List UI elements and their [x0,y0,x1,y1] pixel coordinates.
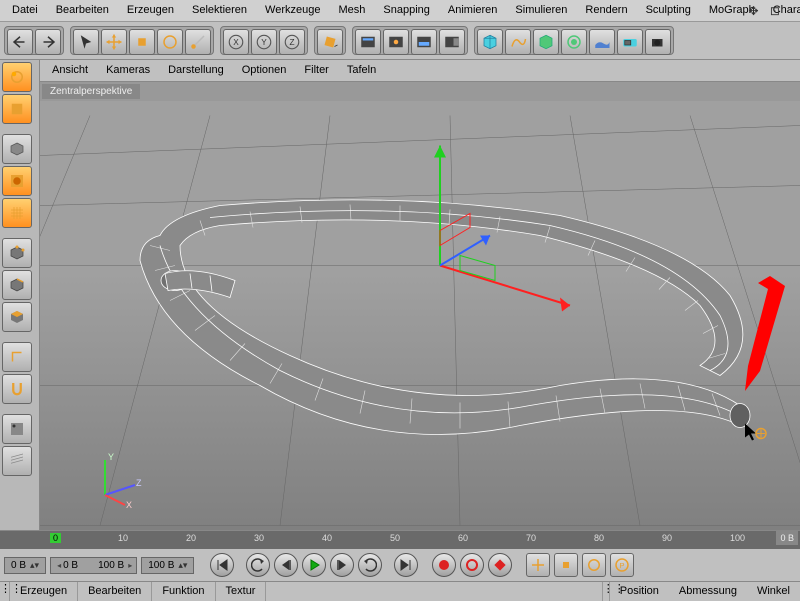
menu-erzeugen[interactable]: Erzeugen [119,0,182,21]
bottom-tab-bar: ⋮⋮ Erzeugen Bearbeiten Funktion Textur ⋮… [0,581,800,601]
tweak-tool[interactable] [2,446,32,476]
viewmenu-optionen[interactable]: Optionen [234,62,295,79]
viewport-menu: Ansicht Kameras Darstellung Optionen Fil… [40,60,800,82]
key-scale-button[interactable] [554,553,578,577]
viewport-content [40,101,800,530]
render-view-button[interactable] [355,29,381,55]
render-picture-button[interactable] [411,29,437,55]
play-button[interactable] [302,553,326,577]
viewmenu-darstellung[interactable]: Darstellung [160,62,232,79]
prev-key-button[interactable] [246,553,270,577]
model-mode-button[interactable] [2,94,32,124]
key-move-button[interactable] [526,553,550,577]
svg-text:Z: Z [289,38,294,47]
light-button[interactable] [645,29,671,55]
goto-end-button[interactable] [394,553,418,577]
next-key-button[interactable] [358,553,382,577]
range-end-field[interactable]: 100 B▴▾ [141,557,194,574]
object-mode-button[interactable] [2,134,32,164]
bottom-tab-funktion[interactable]: Funktion [152,582,215,601]
bottom-tab-textur[interactable]: Textur [216,582,267,601]
main-toolbar: X Y Z [0,22,800,60]
attr-winkel-label: Winkel [747,582,800,601]
bottom-tab-bearbeiten[interactable]: Bearbeiten [78,582,152,601]
render-settings-button[interactable] [439,29,465,55]
texture-mode-button[interactable] [2,166,32,196]
menu-animieren[interactable]: Animieren [440,0,506,21]
move-tool[interactable] [101,29,127,55]
viewmenu-tafeln[interactable]: Tafeln [339,62,384,79]
x-axis-button[interactable]: X [223,29,249,55]
viewport-label: Zentralperspektive [42,84,140,99]
select-tool[interactable] [73,29,99,55]
keyframe-sel-button[interactable] [488,553,512,577]
menu-bearbeiten[interactable]: Bearbeiten [48,0,117,21]
workplane-mode-button[interactable] [2,198,32,228]
deformer-button[interactable] [561,29,587,55]
last-tool[interactable] [185,29,211,55]
point-mode-button[interactable] [2,238,32,268]
time-end-label: 0 B [776,531,798,545]
mini-axis-widget: Y Z X [90,450,150,510]
generator-button[interactable] [533,29,559,55]
viewport-area: Ansicht Kameras Darstellung Optionen Fil… [40,60,800,530]
redo-button[interactable] [35,29,61,55]
record-button[interactable] [432,553,456,577]
menu-werkzeuge[interactable]: Werkzeuge [257,0,328,21]
bottom-tab-erzeugen[interactable]: Erzeugen [10,582,78,601]
svg-text:Z: Z [136,478,142,488]
key-rotate-button[interactable] [582,553,606,577]
attr-position-label: Position [610,582,669,601]
scale-tool[interactable] [129,29,155,55]
menu-rendern[interactable]: Rendern [577,0,635,21]
edge-mode-button[interactable] [2,270,32,300]
viewmenu-filter[interactable]: Filter [296,62,336,79]
coord-system-button[interactable] [317,29,343,55]
key-param-button[interactable]: P [610,553,634,577]
range-start-field[interactable]: ◂0 B100 B▸ [50,557,137,574]
current-frame-field[interactable]: 0 B▴▾ [4,557,46,574]
render-region-button[interactable] [383,29,409,55]
goto-start-button[interactable] [210,553,234,577]
primitive-cube-button[interactable] [477,29,503,55]
rotate-tool[interactable] [157,29,183,55]
menu-datei[interactable]: Datei [4,0,46,21]
next-frame-button[interactable] [330,553,354,577]
menu-mesh[interactable]: Mesh [330,0,373,21]
left-tool-panel [0,60,40,530]
playback-bar: 0 B▴▾ ◂0 B100 B▸ 100 B▴▾ P [0,549,800,581]
snap-tool[interactable] [2,374,32,404]
viewport-3d[interactable]: Y Z X [40,101,800,530]
svg-text:X: X [233,38,239,47]
svg-text:Y: Y [108,452,114,462]
soft-select-tool[interactable] [2,414,32,444]
axis-tool[interactable] [2,342,32,372]
menu-sculpting[interactable]: Sculpting [638,0,699,21]
time-ruler[interactable]: 0 10 20 30 40 50 60 70 80 90 100 0 B [0,531,800,549]
svg-text:Y: Y [261,38,267,47]
camera-button[interactable] [617,29,643,55]
menu-snapping[interactable]: Snapping [375,0,438,21]
z-axis-button[interactable]: Z [279,29,305,55]
autokey-button[interactable] [460,553,484,577]
y-axis-button[interactable]: Y [251,29,277,55]
viewport-nav-icon[interactable]: ✥ ⊡ [741,2,792,20]
spline-button[interactable] [505,29,531,55]
live-select-tool[interactable] [2,62,32,92]
viewmenu-kameras[interactable]: Kameras [98,62,158,79]
main-menu: Datei Bearbeiten Erzeugen Selektieren We… [0,0,800,22]
attr-abmessung-label: Abmessung [669,582,747,601]
timeline-panel: 0 10 20 30 40 50 60 70 80 90 100 0 B 0 B… [0,530,800,600]
svg-text:X: X [126,500,132,510]
viewmenu-ansicht[interactable]: Ansicht [44,62,96,79]
menu-selektieren[interactable]: Selektieren [184,0,255,21]
polygon-mode-button[interactable] [2,302,32,332]
prev-frame-button[interactable] [274,553,298,577]
undo-button[interactable] [7,29,33,55]
menu-simulieren[interactable]: Simulieren [507,0,575,21]
environment-button[interactable] [589,29,615,55]
svg-text:P: P [620,561,625,570]
